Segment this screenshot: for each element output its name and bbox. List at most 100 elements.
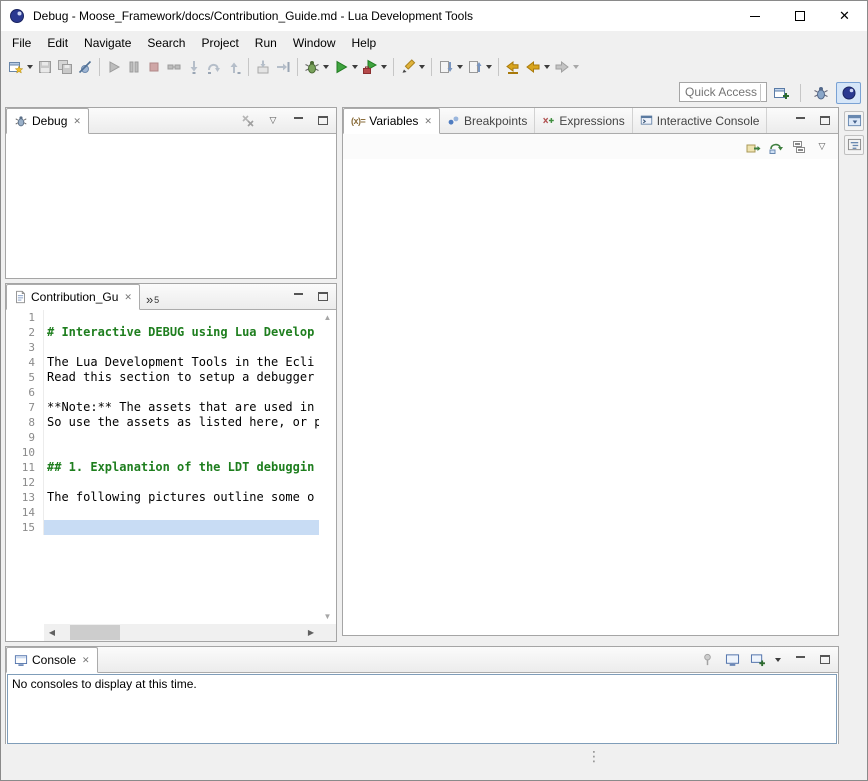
editor-line-10[interactable]: 10 bbox=[6, 445, 319, 460]
editor-line-14[interactable]: 14 bbox=[6, 505, 319, 520]
close-tab-icon[interactable]: ✕ bbox=[424, 116, 432, 127]
show-logical-structure-button[interactable] bbox=[768, 139, 784, 154]
tab-variables[interactable]: (x)= Variables ✕ bbox=[343, 108, 440, 134]
save-all-button[interactable] bbox=[55, 56, 75, 78]
debug-dropdown[interactable] bbox=[323, 65, 329, 69]
back-button[interactable] bbox=[523, 56, 543, 78]
next-annotation-dropdown[interactable] bbox=[457, 65, 463, 69]
scrollbar-thumb[interactable] bbox=[70, 625, 120, 640]
tab-breakpoints[interactable]: Breakpoints bbox=[440, 108, 535, 133]
tab-console[interactable]: Console ✕ bbox=[6, 647, 98, 673]
scroll-left-icon[interactable]: ◀ bbox=[44, 628, 60, 637]
minimize-view-button[interactable] bbox=[290, 113, 306, 128]
editor-line-8[interactable]: 8So use the assets as listed here, or p bbox=[6, 415, 319, 430]
menu-window[interactable]: Window bbox=[285, 33, 344, 53]
forward-dropdown[interactable] bbox=[573, 65, 579, 69]
run-dropdown[interactable] bbox=[352, 65, 358, 69]
close-tab-icon[interactable]: ✕ bbox=[73, 116, 81, 127]
remove-all-terminated-button[interactable] bbox=[240, 113, 256, 128]
highlighter-button[interactable] bbox=[398, 56, 418, 78]
menu-run[interactable]: Run bbox=[247, 33, 285, 53]
editor-line-7[interactable]: 7**Note:** The assets that are used in bbox=[6, 400, 319, 415]
editor-line-11[interactable]: 11## 1. Explanation of the LDT debuggin bbox=[6, 460, 319, 475]
maximize-view-button[interactable] bbox=[817, 652, 833, 667]
new-dropdown[interactable] bbox=[27, 65, 33, 69]
editor-line-9[interactable]: 9 bbox=[6, 430, 319, 445]
view-menu-button[interactable]: ▽ bbox=[814, 139, 830, 154]
forward-button[interactable] bbox=[552, 56, 572, 78]
pin-console-button[interactable] bbox=[699, 652, 715, 667]
maximize-view-button[interactable] bbox=[817, 113, 833, 128]
previous-annotation-button[interactable] bbox=[465, 56, 485, 78]
debug-view-body[interactable] bbox=[6, 134, 336, 278]
variables-body[interactable] bbox=[343, 159, 838, 635]
step-over-button[interactable] bbox=[204, 56, 224, 78]
lua-perspective-button[interactable] bbox=[836, 82, 861, 104]
scrollbar-track[interactable] bbox=[60, 624, 303, 641]
drop-to-frame-button[interactable] bbox=[253, 56, 273, 78]
editor-line-15[interactable]: 15 bbox=[6, 520, 319, 535]
terminate-button[interactable] bbox=[144, 56, 164, 78]
editor-line-12[interactable]: 12 bbox=[6, 475, 319, 490]
open-console-button[interactable] bbox=[749, 652, 765, 667]
maximize-window-button[interactable] bbox=[777, 1, 822, 31]
editor-vertical-scrollbar[interactable]: ▲ ▼ bbox=[319, 310, 336, 624]
display-console-button[interactable] bbox=[724, 652, 740, 667]
trim-drag-handle[interactable]: ⋮ bbox=[587, 752, 601, 761]
disconnect-button[interactable] bbox=[164, 56, 184, 78]
editor-tab-overflow-button[interactable]: » 5 bbox=[140, 295, 165, 309]
external-tools-dropdown[interactable] bbox=[381, 65, 387, 69]
menu-help[interactable]: Help bbox=[344, 33, 385, 53]
run-button[interactable] bbox=[331, 56, 351, 78]
show-type-names-button[interactable] bbox=[745, 139, 761, 154]
maximize-view-button[interactable] bbox=[315, 113, 331, 128]
tab-interactive-console[interactable]: Interactive Console bbox=[633, 108, 768, 133]
resume-button[interactable] bbox=[104, 56, 124, 78]
minimize-view-button[interactable] bbox=[290, 289, 306, 304]
menu-project[interactable]: Project bbox=[193, 33, 246, 53]
collapse-all-button[interactable] bbox=[791, 139, 807, 154]
suspend-button[interactable] bbox=[124, 56, 144, 78]
external-tools-button[interactable] bbox=[360, 56, 380, 78]
scroll-up-icon[interactable]: ▲ bbox=[324, 313, 332, 322]
tab-debug[interactable]: Debug ✕ bbox=[6, 108, 89, 134]
new-button[interactable] bbox=[6, 56, 26, 78]
maximize-view-button[interactable] bbox=[315, 289, 331, 304]
editor-horizontal-scrollbar[interactable]: ◀ ▶ bbox=[44, 624, 319, 641]
scroll-right-icon[interactable]: ▶ bbox=[303, 628, 319, 637]
tab-expressions[interactable]: Expressions bbox=[535, 108, 632, 133]
minimize-view-button[interactable] bbox=[792, 113, 808, 128]
previous-annotation-dropdown[interactable] bbox=[486, 65, 492, 69]
editor-line-13[interactable]: 13The following pictures outline some o bbox=[6, 490, 319, 505]
close-tab-icon[interactable]: ✕ bbox=[124, 292, 132, 303]
highlighter-dropdown[interactable] bbox=[419, 65, 425, 69]
step-return-button[interactable] bbox=[224, 56, 244, 78]
menu-file[interactable]: File bbox=[4, 33, 39, 53]
step-into-button[interactable] bbox=[184, 56, 204, 78]
minimize-window-button[interactable] bbox=[732, 1, 777, 31]
open-console-dropdown[interactable] bbox=[775, 658, 781, 662]
minimize-view-button[interactable] bbox=[792, 652, 808, 667]
last-edit-location-button[interactable] bbox=[503, 56, 523, 78]
editor-line-4[interactable]: 4The Lua Development Tools in the Ecli bbox=[6, 355, 319, 370]
editor-line-3[interactable]: 3 bbox=[6, 340, 319, 355]
editor-text-area[interactable]: 12# Interactive DEBUG using Lua Develop3… bbox=[6, 310, 319, 624]
menu-edit[interactable]: Edit bbox=[39, 33, 76, 53]
quick-access-input[interactable] bbox=[679, 82, 767, 102]
debug-perspective-button[interactable] bbox=[808, 82, 833, 104]
editor-line-1[interactable]: 1 bbox=[6, 310, 319, 325]
tab-contribution-guide[interactable]: Contribution_Gu ✕ bbox=[6, 284, 140, 310]
scroll-down-icon[interactable]: ▼ bbox=[324, 612, 332, 621]
back-dropdown[interactable] bbox=[544, 65, 550, 69]
close-tab-icon[interactable]: ✕ bbox=[82, 655, 90, 666]
open-perspective-button[interactable] bbox=[768, 82, 793, 104]
console-content[interactable]: No consoles to display at this time. bbox=[7, 674, 837, 744]
next-annotation-button[interactable] bbox=[436, 56, 456, 78]
trim-stack-view-button-1[interactable] bbox=[844, 111, 864, 131]
menu-search[interactable]: Search bbox=[139, 33, 193, 53]
close-window-button[interactable]: ✕ bbox=[822, 1, 867, 31]
editor-line-2[interactable]: 2# Interactive DEBUG using Lua Develop bbox=[6, 325, 319, 340]
editor-line-5[interactable]: 5Read this section to setup a debugger bbox=[6, 370, 319, 385]
trim-stack-view-button-2[interactable] bbox=[844, 135, 864, 155]
menu-navigate[interactable]: Navigate bbox=[76, 33, 139, 53]
